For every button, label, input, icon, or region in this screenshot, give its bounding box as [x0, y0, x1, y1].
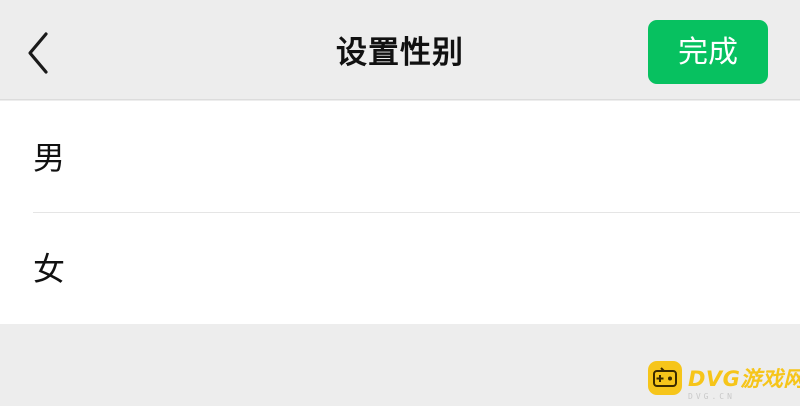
watermark-subtext: DVG.CN: [688, 392, 735, 401]
watermark-text: DVG游戏网: [688, 367, 800, 391]
option-female-label: 女: [33, 250, 66, 288]
option-male-label: 男: [33, 139, 66, 177]
gender-option-list: 男 女: [0, 101, 800, 324]
navigation-bar: 设置性别 完成: [0, 0, 800, 100]
done-button[interactable]: 完成: [648, 20, 768, 84]
gamepad-icon: [648, 361, 682, 395]
option-female[interactable]: 女: [0, 212, 800, 323]
option-male[interactable]: 男: [0, 101, 800, 213]
